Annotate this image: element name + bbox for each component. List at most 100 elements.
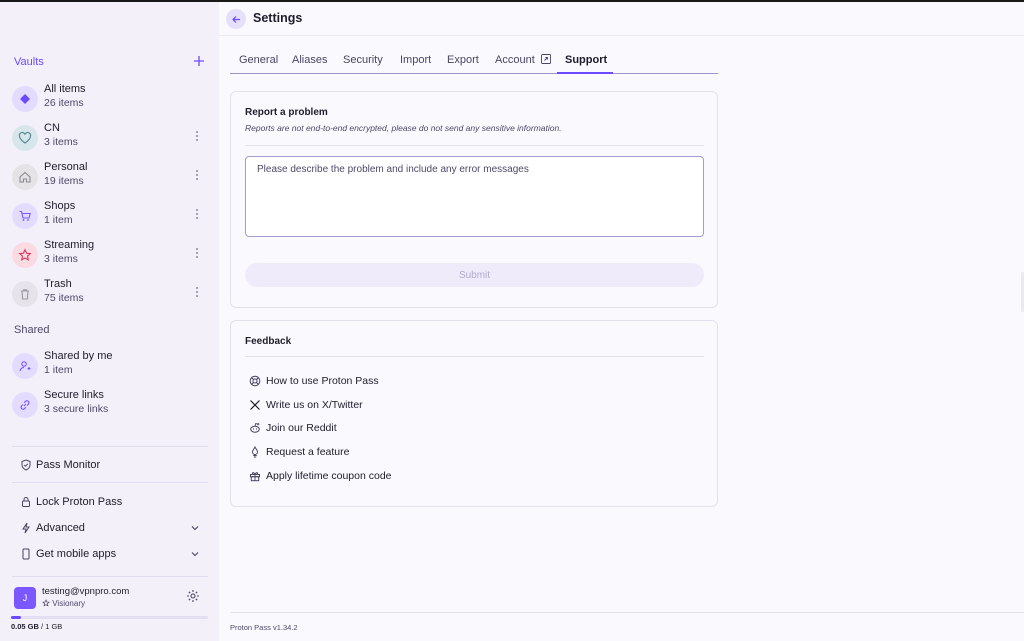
tab-export[interactable]: Export xyxy=(447,54,479,66)
phone-icon xyxy=(22,548,30,560)
user-email: testing@vpnpro.com xyxy=(42,586,130,597)
shared-count: 1 item xyxy=(44,364,73,376)
vault-count: 26 items xyxy=(44,97,84,109)
link-icon xyxy=(12,392,38,418)
vault-count: 75 items xyxy=(44,292,84,304)
tab-security[interactable]: Security xyxy=(343,54,383,66)
storage-bar xyxy=(11,616,208,619)
settings-button[interactable] xyxy=(186,589,200,603)
x-twitter-icon xyxy=(250,400,260,410)
report-subtitle: Reports are not end-to-end encrypted, pl… xyxy=(245,123,562,133)
user-share-icon xyxy=(12,353,38,379)
tab-import[interactable]: Import xyxy=(400,54,431,66)
app-version: Proton Pass v1.34.2 xyxy=(230,623,298,632)
star-icon xyxy=(12,242,38,268)
home-icon xyxy=(12,164,38,190)
feedback-twitter[interactable]: Write us on X/Twitter xyxy=(249,397,549,413)
plus-icon xyxy=(194,56,204,66)
sidebar-divider xyxy=(12,482,208,483)
shared-heading: Shared xyxy=(14,324,50,336)
menu-label: Lock Proton Pass xyxy=(36,496,123,508)
tab-account[interactable]: Account xyxy=(495,54,551,66)
header: Settings xyxy=(219,2,1024,36)
tab-general[interactable]: General xyxy=(239,54,278,66)
shared-name: Shared by me xyxy=(44,350,113,362)
secure-links[interactable]: Secure links 3 secure links xyxy=(12,388,212,424)
chevron-down-icon xyxy=(191,552,199,557)
kebab-icon xyxy=(196,287,198,297)
vault-all-items[interactable]: All items 26 items xyxy=(12,82,212,118)
submit-button[interactable]: Submit xyxy=(245,263,704,287)
shared-by-me[interactable]: Shared by me 1 item xyxy=(12,349,212,385)
bulb-icon xyxy=(251,446,259,458)
vault-shops[interactable]: Shops 1 item xyxy=(12,199,212,235)
tab-account-label: Account xyxy=(495,54,535,66)
sidebar-divider xyxy=(12,446,208,447)
feedback-label: Write us on X/Twitter xyxy=(266,399,363,411)
gift-icon xyxy=(250,472,260,482)
vault-menu-button[interactable] xyxy=(192,247,202,263)
card-divider xyxy=(245,145,704,146)
add-vault-button[interactable] xyxy=(192,55,206,69)
tab-aliases[interactable]: Aliases xyxy=(292,54,327,66)
vault-name: Trash xyxy=(44,278,72,290)
vault-menu-button[interactable] xyxy=(192,130,202,146)
vault-cn[interactable]: CN 3 items xyxy=(12,121,212,157)
active-tab-indicator xyxy=(557,72,613,74)
vault-name: All items xyxy=(44,83,86,95)
sidebar-divider xyxy=(12,576,208,577)
kebab-icon xyxy=(196,131,198,141)
reddit-icon xyxy=(250,423,260,433)
user-plan: Visionary xyxy=(42,599,85,608)
shared-name: Secure links xyxy=(44,389,104,401)
problem-description-input[interactable] xyxy=(245,156,704,237)
main-content: Settings General Aliases Security Import… xyxy=(219,2,1024,641)
external-link-icon xyxy=(540,54,551,64)
vaults-heading: Vaults xyxy=(14,56,44,68)
vault-count: 19 items xyxy=(44,175,84,187)
feedback-label: Join our Reddit xyxy=(266,422,337,434)
tab-support[interactable]: Support xyxy=(565,54,607,66)
feedback-how-to-use[interactable]: How to use Proton Pass xyxy=(249,373,549,389)
feedback-label: Apply lifetime coupon code xyxy=(266,470,392,482)
vault-count: 3 items xyxy=(44,136,78,148)
storage-text: 0.05 GB / 1 GB xyxy=(11,622,62,631)
heart-icon xyxy=(12,125,38,151)
mobile-apps-toggle[interactable]: Get mobile apps xyxy=(20,546,206,564)
feedback-coupon[interactable]: Apply lifetime coupon code xyxy=(249,468,549,484)
kebab-icon xyxy=(196,170,198,180)
vault-count: 1 item xyxy=(44,214,73,226)
cart-icon xyxy=(12,203,38,229)
vault-name: Shops xyxy=(44,200,76,212)
storage-bar-fill xyxy=(11,616,21,619)
card-divider xyxy=(245,356,704,357)
vault-menu-button[interactable] xyxy=(192,286,202,302)
diamond-icon xyxy=(12,86,38,112)
page-title: Settings xyxy=(253,11,303,25)
storage-total: / 1 GB xyxy=(41,622,63,631)
kebab-icon xyxy=(196,209,198,219)
vault-name: Streaming xyxy=(44,239,95,251)
plan-label: Visionary xyxy=(52,599,85,608)
gear-icon xyxy=(187,590,199,602)
vault-menu-button[interactable] xyxy=(192,169,202,185)
feedback-request-feature[interactable]: Request a feature xyxy=(249,444,549,460)
lock-icon xyxy=(22,497,30,507)
vault-name: Personal xyxy=(44,161,88,173)
vault-trash[interactable]: Trash 75 items xyxy=(12,277,212,313)
lock-button[interactable]: Lock Proton Pass xyxy=(20,494,206,512)
menu-label: Get mobile apps xyxy=(36,548,117,560)
vault-personal[interactable]: Personal 19 items xyxy=(12,160,212,196)
vault-menu-button[interactable] xyxy=(192,208,202,224)
feedback-reddit[interactable]: Join our Reddit xyxy=(249,420,549,436)
back-button[interactable] xyxy=(226,9,246,29)
shield-icon xyxy=(21,459,31,471)
avatar: J xyxy=(14,587,36,609)
star-icon xyxy=(42,599,50,607)
vault-streaming[interactable]: Streaming 3 items xyxy=(12,238,212,274)
advanced-toggle[interactable]: Advanced xyxy=(20,520,206,538)
feedback-card: Feedback How to use Proton Pass Write us… xyxy=(230,320,718,507)
pass-monitor-link[interactable]: Pass Monitor xyxy=(20,457,206,475)
shared-count: 3 secure links xyxy=(44,403,109,415)
trash-icon xyxy=(12,281,38,307)
